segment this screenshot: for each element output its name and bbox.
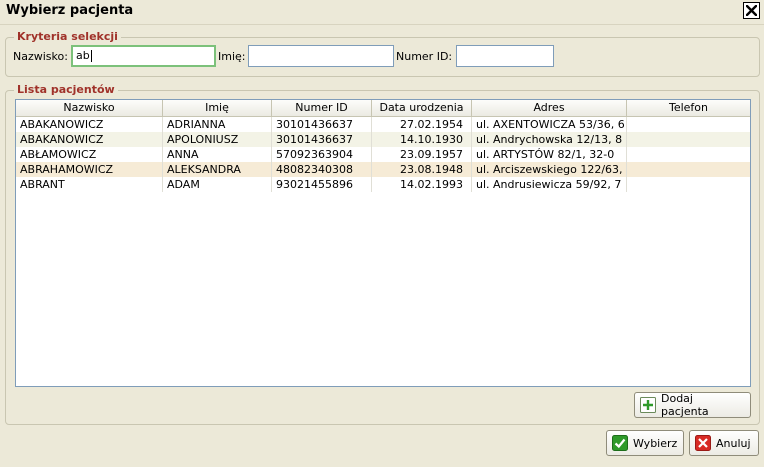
- cell-phone: [627, 132, 750, 147]
- cell-name: APOLONIUSZ: [163, 132, 272, 147]
- surname-label: Nazwisko:: [13, 50, 68, 63]
- cell-name: ALEKSANDRA: [163, 162, 272, 177]
- column-header-phone[interactable]: Telefon: [627, 100, 750, 116]
- column-header-dob[interactable]: Data urodzenia: [372, 100, 472, 116]
- table-row[interactable]: ABRANT ADAM 93021455896 14.02.1993 ul. A…: [16, 177, 750, 192]
- column-header-id[interactable]: Numer ID: [272, 100, 372, 116]
- cell-phone: [627, 147, 750, 162]
- add-patient-button[interactable]: Dodaj pacjenta: [634, 392, 751, 418]
- cell-dob: 23.08.1948: [372, 162, 472, 177]
- table-row[interactable]: ABŁAMOWICZ ANNA 57092363904 23.09.1957 u…: [16, 147, 750, 162]
- table-header: Nazwisko Imię Numer ID Data urodzenia Ad…: [16, 100, 750, 117]
- cell-address: ul. Arciszewskiego 122/63,: [472, 162, 627, 177]
- surname-input[interactable]: ab: [71, 45, 216, 67]
- cell-surname: ABRAHAMOWICZ: [16, 162, 163, 177]
- cell-address: ul. Andrusiewicza 59/92, 7: [472, 177, 627, 192]
- patient-list-group: Lista pacjentów Nazwisko Imię Numer ID D…: [5, 83, 760, 425]
- cell-address: ul. AXENTOWICZA 53/36, 6: [472, 117, 627, 132]
- cancel-button[interactable]: Anuluj: [689, 430, 759, 456]
- surname-input-value: ab: [76, 49, 90, 62]
- cell-surname: ABŁAMOWICZ: [16, 147, 163, 162]
- name-label: Imię:: [218, 50, 246, 63]
- title-bar: Wybierz pacjenta: [0, 0, 764, 25]
- criteria-legend: Kryteria selekcji: [14, 30, 121, 43]
- column-header-address[interactable]: Adres: [472, 100, 627, 116]
- cell-dob: 23.09.1957: [372, 147, 472, 162]
- column-header-surname[interactable]: Nazwisko: [16, 100, 163, 116]
- id-input[interactable]: [456, 45, 554, 67]
- table-row-selected[interactable]: ABRAHAMOWICZ ALEKSANDRA 48082340308 23.0…: [16, 162, 750, 177]
- add-patient-label: Dodaj pacjenta: [661, 392, 709, 418]
- cell-surname: ABAKANOWICZ: [16, 117, 163, 132]
- table-row[interactable]: ABAKANOWICZ ADRIANNA 30101436637 27.02.1…: [16, 117, 750, 132]
- cancel-label: Anuluj: [716, 436, 751, 450]
- check-icon: [612, 435, 628, 451]
- cell-id: 48082340308: [272, 162, 372, 177]
- cell-dob: 14.10.1930: [372, 132, 472, 147]
- plus-icon: [640, 397, 656, 413]
- id-label: Numer ID:: [396, 50, 453, 63]
- cell-name: ADRIANNA: [163, 117, 272, 132]
- patient-table[interactable]: Nazwisko Imię Numer ID Data urodzenia Ad…: [15, 99, 751, 387]
- cell-address: ul. ARTYSTÓW 82/1, 32-0: [472, 147, 627, 162]
- cell-phone: [627, 117, 750, 132]
- cell-dob: 27.02.1954: [372, 117, 472, 132]
- close-button[interactable]: [743, 2, 760, 19]
- close-icon: [746, 5, 757, 16]
- name-input[interactable]: [248, 45, 394, 67]
- cell-name: ADAM: [163, 177, 272, 192]
- cell-dob: 14.02.1993: [372, 177, 472, 192]
- cell-id: 30101436637: [272, 132, 372, 147]
- cell-phone: [627, 162, 750, 177]
- table-row[interactable]: ABAKANOWICZ APOLONIUSZ 30101436637 14.10…: [16, 132, 750, 147]
- cell-id: 93021455896: [272, 177, 372, 192]
- select-label: Wybierz: [633, 436, 678, 450]
- window-title: Wybierz pacjenta: [6, 3, 134, 18]
- dialog-body: Kryteria selekcji Nazwisko: ab Imię: Num…: [0, 25, 764, 467]
- cell-phone: [627, 177, 750, 192]
- selection-criteria-group: Kryteria selekcji Nazwisko: ab Imię: Num…: [5, 30, 760, 77]
- cell-name: ANNA: [163, 147, 272, 162]
- column-header-name[interactable]: Imię: [163, 100, 272, 116]
- cell-address: ul. Andrychowska 12/13, 8: [472, 132, 627, 147]
- cell-id: 30101436637: [272, 117, 372, 132]
- cell-surname: ABAKANOWICZ: [16, 132, 163, 147]
- cell-id: 57092363904: [272, 147, 372, 162]
- cell-surname: ABRANT: [16, 177, 163, 192]
- select-button[interactable]: Wybierz: [606, 430, 684, 456]
- list-legend: Lista pacjentów: [14, 83, 118, 96]
- cancel-icon: [695, 435, 711, 451]
- text-caret: [90, 50, 92, 62]
